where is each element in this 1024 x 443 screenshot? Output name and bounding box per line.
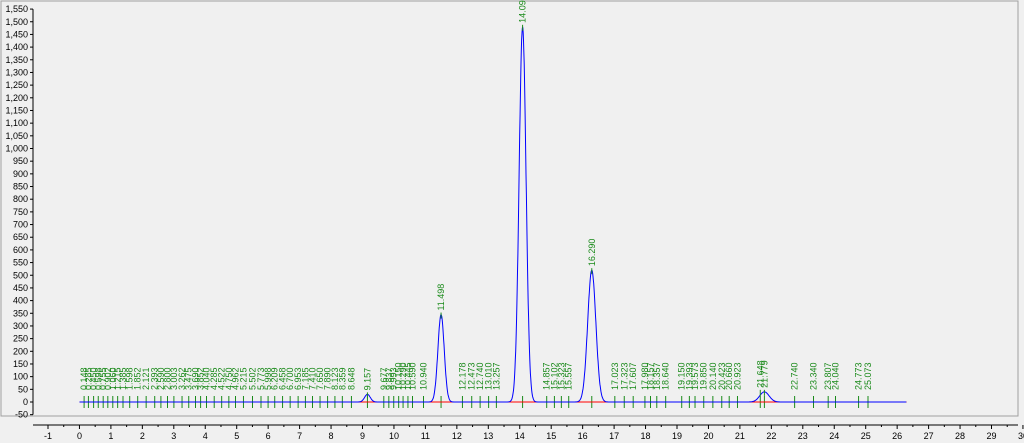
y-tick-label: 200 (13, 346, 28, 356)
y-tick-label: 400 (13, 296, 28, 306)
x-tick-label: -1 (44, 431, 52, 441)
minor-peak-label: 8.648 (346, 367, 356, 390)
x-tick-label: 1 (108, 431, 113, 441)
y-tick-label: 150 (13, 359, 28, 369)
y-tick-label: 250 (13, 334, 28, 344)
x-tick-label: 22 (766, 431, 776, 441)
x-tick-label: 30 (1018, 431, 1024, 441)
y-tick-label: 1,200 (5, 93, 28, 103)
x-tick-label: 2 (140, 431, 145, 441)
y-tick-label: 1,400 (5, 42, 28, 52)
x-tick-label: 12 (452, 431, 462, 441)
y-tick-label: 950 (13, 156, 28, 166)
x-tick-label: 19 (672, 431, 682, 441)
peak-label: 21.648 (755, 360, 765, 388)
x-tick-label: 14 (515, 431, 525, 441)
y-tick-label: -50 (15, 410, 28, 420)
x-tick-label: 29 (986, 431, 996, 441)
y-tick-label: 1,050 (5, 131, 28, 141)
x-tick-label: 26 (892, 431, 902, 441)
minor-peak-label: 25.073 (863, 362, 873, 390)
y-tick-label: 450 (13, 283, 28, 293)
minor-peak-label: 10.940 (419, 362, 429, 390)
x-tick-label: 6 (266, 431, 271, 441)
y-tick-label: 350 (13, 308, 28, 318)
y-tick-label: 650 (13, 232, 28, 242)
plot-area (0, 0, 1019, 417)
x-tick-label: 21 (735, 431, 745, 441)
minor-peak-label: 22.740 (790, 362, 800, 390)
y-tick-label: 1,350 (5, 55, 28, 65)
y-tick-label: 500 (13, 270, 28, 280)
y-tick-label: 1,550 (5, 4, 28, 14)
y-tick-label: 750 (13, 207, 28, 217)
y-tick-label: 300 (13, 321, 28, 331)
x-tick-label: 10 (389, 431, 399, 441)
x-tick-label: 24 (829, 431, 839, 441)
x-tick-label: 4 (203, 431, 208, 441)
peak-label: 9.157 (362, 368, 372, 391)
y-tick-label: 1,100 (5, 118, 28, 128)
peak-label: 16.290 (587, 239, 597, 267)
x-tick-label: 25 (861, 431, 871, 441)
y-tick-label: 550 (13, 258, 28, 268)
minor-peak-label: 20.923 (732, 362, 742, 390)
minor-peak-label: 24.040 (831, 362, 841, 390)
x-tick-label: 5 (234, 431, 239, 441)
y-tick-label: 1,450 (5, 29, 28, 39)
minor-peak-label: 15.557 (564, 362, 574, 390)
y-tick-label: 700 (13, 220, 28, 230)
x-tick-label: 13 (483, 431, 493, 441)
y-tick-label: 900 (13, 169, 28, 179)
y-tick-label: 1,000 (5, 144, 28, 154)
y-tick-label: 1,250 (5, 80, 28, 90)
chromatogram-window: -50 0 50 100 150 200 250 300 350 400 450 500 550 600 6… (0, 0, 1024, 443)
y-tick-label: 1,500 (5, 17, 28, 27)
x-tick-label: 9 (360, 431, 365, 441)
peak-label: 11.498 (436, 284, 446, 311)
peak-label: 14.090 (518, 0, 528, 23)
x-tick-label: 23 (798, 431, 808, 441)
x-tick-label: 11 (421, 431, 430, 441)
y-tick-label: 850 (13, 182, 28, 192)
chromatogram-chart: -500501001502002503003504004505005506006… (0, 0, 1024, 441)
x-tick-label: 7 (297, 431, 302, 441)
y-tick-label: 50 (18, 384, 28, 394)
minor-peak-label: 17.607 (628, 362, 638, 390)
y-tick-label: 100 (13, 372, 28, 382)
minor-peak-label: 10.590 (408, 362, 418, 390)
x-axis: -1 0 1 2 3 4 5 6 7 8 9 10 11 12 13 14 15 16 17 18 19 20 21 22 23… (33, 424, 1024, 441)
y-tick-label: 0 (23, 397, 28, 407)
x-tick-label: 0 (77, 431, 82, 441)
x-tick-label: 28 (955, 431, 965, 441)
minor-peak-label: 23.340 (808, 362, 818, 390)
y-tick-label: 1,300 (5, 67, 28, 77)
x-tick-label: 16 (578, 431, 588, 441)
x-tick-label: 20 (703, 431, 713, 441)
minor-peak-label: 13.257 (491, 362, 501, 390)
y-tick-label: 600 (13, 245, 28, 255)
x-tick-label: 27 (924, 431, 934, 441)
x-tick-label: 3 (171, 431, 176, 441)
y-tick-label: 1,150 (5, 105, 28, 115)
y-tick-label: 800 (13, 194, 28, 204)
x-tick-label: 15 (546, 431, 556, 441)
x-tick-label: 18 (641, 431, 651, 441)
x-tick-label: 8 (329, 431, 334, 441)
x-tick-label: 17 (609, 431, 619, 441)
minor-peak-label: 18.640 (661, 362, 671, 390)
